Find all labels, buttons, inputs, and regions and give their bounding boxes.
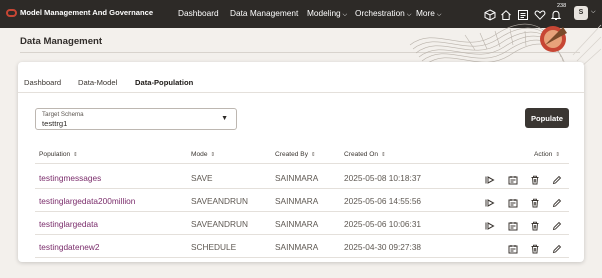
schedule-icon[interactable] bbox=[508, 195, 518, 208]
target-schema-select[interactable]: Target Schema testtrg1 ▼ bbox=[35, 108, 237, 130]
table-row: testingdatenew2 SCHEDULE SAINMARA 2025-0… bbox=[35, 235, 569, 258]
caret-down-icon: ▼ bbox=[221, 115, 228, 122]
mode-cell: SAVEANDRUN bbox=[191, 196, 249, 206]
column-header-population[interactable]: Population ⇕ bbox=[39, 151, 78, 158]
created-on-cell: 2025-05-06 10:06:31 bbox=[344, 219, 422, 229]
created-on-cell: 2025-05-06 14:55:56 bbox=[344, 196, 422, 206]
edit-icon[interactable] bbox=[552, 241, 562, 254]
delete-icon[interactable] bbox=[530, 241, 540, 254]
run-icon[interactable] bbox=[485, 195, 495, 207]
population-link[interactable]: testinglargedata200million bbox=[39, 196, 135, 206]
nav-dashboard[interactable]: Dashboard bbox=[178, 8, 219, 18]
created-by-cell: SAINMARA bbox=[275, 219, 319, 229]
edit-icon[interactable] bbox=[552, 218, 562, 231]
table-row: testingmessages SAVE SAINMARA 2025-05-08… bbox=[35, 166, 569, 189]
target-schema-label: Target Schema bbox=[42, 111, 84, 118]
mode-cell: SAVE bbox=[191, 173, 213, 183]
created-on-cell: 2025-04-30 09:27:38 bbox=[344, 242, 422, 252]
column-header-label: Created By bbox=[275, 151, 308, 158]
notification-count: 238 bbox=[557, 3, 567, 9]
nav-modeling[interactable]: Modeling ⌵ bbox=[307, 8, 347, 19]
column-header-mode[interactable]: Mode ⇕ bbox=[191, 151, 215, 158]
page-title: Data Management bbox=[20, 36, 103, 47]
nav-modeling-label: Modeling bbox=[307, 8, 341, 18]
populate-button[interactable]: Populate bbox=[525, 108, 569, 128]
table-row: testinglargedata200million SAVEANDRUN SA… bbox=[35, 189, 569, 212]
sort-icon: ⇕ bbox=[311, 152, 316, 158]
divider bbox=[35, 163, 569, 164]
population-link[interactable]: testingmessages bbox=[39, 173, 101, 183]
chevron-down-icon: ⌵ bbox=[342, 12, 348, 18]
delete-icon[interactable] bbox=[530, 195, 540, 208]
oracle-logo-icon[interactable] bbox=[6, 9, 17, 17]
tab-data-model[interactable]: Data-Model bbox=[78, 78, 117, 87]
data-population-card: Dashboard Data-Model Data-Population Tar… bbox=[18, 62, 584, 262]
delete-icon[interactable] bbox=[530, 218, 540, 231]
schedule-icon[interactable] bbox=[508, 218, 518, 231]
tab-dashboard[interactable]: Dashboard bbox=[24, 78, 61, 87]
column-header-action[interactable]: Action ⇕ bbox=[534, 151, 560, 158]
run-icon[interactable] bbox=[485, 218, 495, 230]
column-header-label: Population bbox=[39, 151, 71, 158]
edit-icon[interactable] bbox=[552, 195, 562, 208]
column-header-label: Mode bbox=[191, 151, 208, 158]
divider bbox=[18, 92, 584, 93]
created-by-cell: SAINMARA bbox=[275, 196, 319, 206]
sort-icon: ⇕ bbox=[210, 152, 216, 158]
sort-icon: ⇕ bbox=[381, 152, 386, 158]
created-by-cell: SAINMARA bbox=[275, 173, 319, 183]
mode-cell: SAVEANDRUN bbox=[191, 219, 249, 229]
target-schema-value: testtrg1 bbox=[42, 119, 68, 128]
created-by-cell: SAINMARA bbox=[275, 242, 319, 252]
column-header-label: Created On bbox=[344, 151, 379, 158]
mode-cell: SCHEDULE bbox=[191, 242, 237, 252]
column-header-created-on[interactable]: Created On ⇕ bbox=[344, 151, 386, 158]
population-link[interactable]: testinglargedata bbox=[39, 219, 98, 229]
nav-data-management[interactable]: Data Management bbox=[230, 8, 298, 18]
delete-icon[interactable] bbox=[530, 172, 540, 185]
column-header-created-by[interactable]: Created By ⇕ bbox=[275, 151, 316, 158]
schedule-icon[interactable] bbox=[508, 241, 518, 254]
run-icon[interactable] bbox=[485, 172, 495, 184]
table-row: testinglargedata SAVEANDRUN SAINMARA 202… bbox=[35, 212, 569, 235]
edit-icon[interactable] bbox=[552, 172, 562, 185]
app-title[interactable]: Model Management And Governance bbox=[20, 8, 153, 17]
schedule-icon[interactable] bbox=[508, 172, 518, 185]
created-on-cell: 2025-05-08 10:18:37 bbox=[344, 173, 422, 183]
sort-icon: ⇕ bbox=[73, 152, 78, 158]
nav-orchestration-label: Orchestration bbox=[355, 8, 405, 18]
nav-orchestration[interactable]: Orchestration ⌵ bbox=[355, 8, 411, 19]
population-link[interactable]: testingdatenew2 bbox=[39, 242, 99, 252]
sort-icon: ⇕ bbox=[555, 152, 560, 158]
column-header-label: Action bbox=[534, 151, 553, 158]
tab-data-population[interactable]: Data-Population bbox=[135, 78, 193, 87]
